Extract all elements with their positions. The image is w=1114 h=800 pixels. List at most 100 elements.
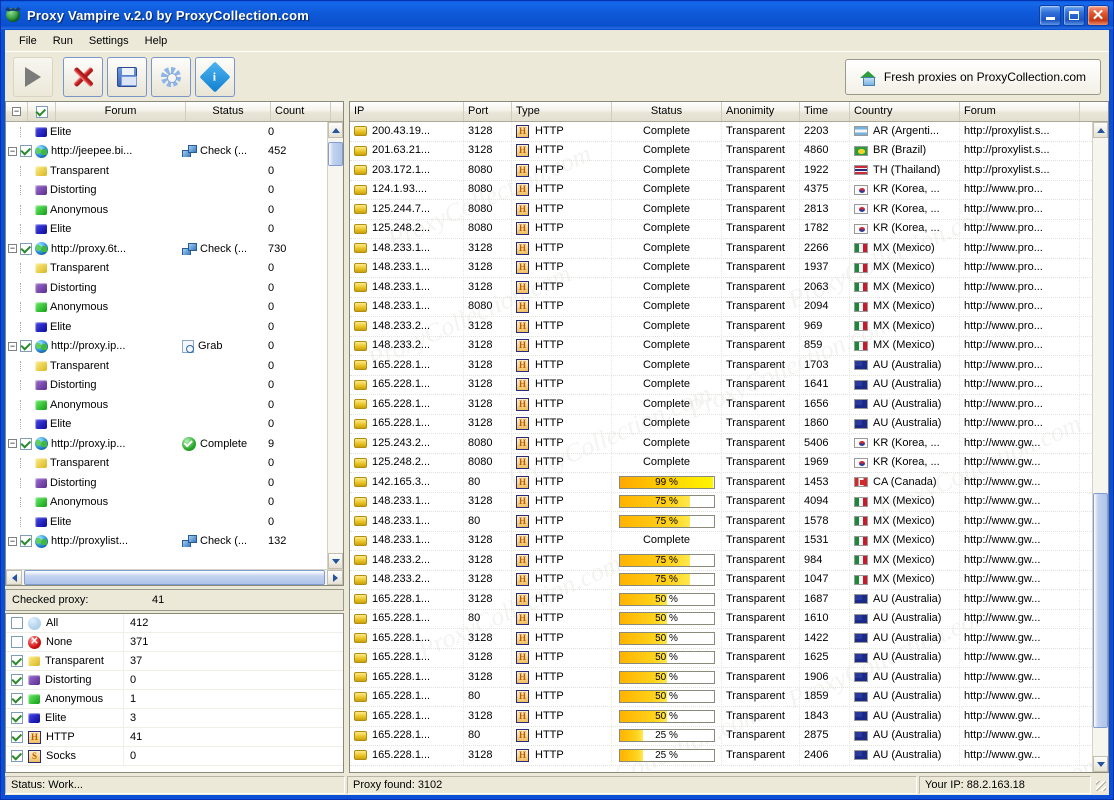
tree-row-checkbox[interactable] — [20, 535, 32, 548]
grid-header-ip[interactable]: IP — [350, 102, 464, 121]
table-row[interactable]: 125.244.7... 8080 H HTTP Complete Transparent… — [350, 199, 1092, 220]
grid-header-type[interactable]: Type — [512, 102, 612, 121]
grid-scroll-up-button[interactable] — [1093, 122, 1108, 138]
tree-row[interactable]: − http://proxylist... Check (... 132 — [6, 532, 327, 552]
tree-scroll-thumb[interactable] — [328, 142, 343, 166]
table-row[interactable]: 165.228.1... 3128 H HTTP Complete Transparent… — [350, 414, 1092, 434]
table-row[interactable]: 165.228.1... 3128 H HTTP 50 % Transparent 1687… — [350, 589, 1092, 610]
tree-hscroll-track[interactable] — [22, 570, 327, 585]
tree-header-forum[interactable]: Forum — [56, 102, 186, 121]
filter-row[interactable]: Distorting 0 — [6, 670, 343, 690]
filter-row[interactable]: ✕ None 371 — [6, 632, 343, 652]
tree-expander[interactable]: − — [8, 439, 17, 449]
tree-check-all-toggle[interactable] — [28, 102, 56, 121]
tree-row[interactable]: − http://proxy.6t... Check (... 730 — [6, 239, 327, 259]
grid-header-status[interactable]: Status — [612, 102, 722, 121]
table-row[interactable]: 165.228.1... 3128 H HTTP 50 % Transparent 1906… — [350, 667, 1092, 688]
tree-scroll-up-button[interactable] — [328, 122, 343, 138]
minimize-button[interactable] — [1039, 4, 1061, 26]
table-row[interactable]: 165.228.1... 3128 H HTTP 50 % Transparent 1843… — [350, 706, 1092, 727]
fresh-proxies-button[interactable]: Fresh proxies on ProxyCollection.com — [844, 59, 1101, 95]
tree-scroll-track[interactable] — [328, 138, 343, 553]
tree-row[interactable]: Distorting 0 — [6, 278, 327, 298]
grid-header-country[interactable]: Country — [850, 102, 960, 121]
table-row[interactable]: 203.172.1... 8080 H HTTP Complete Transparent… — [350, 160, 1092, 181]
tree-vertical-scrollbar[interactable] — [327, 122, 343, 569]
tree-row[interactable]: Elite 0 — [6, 122, 327, 142]
table-row[interactable]: 148.233.2... 3128 H HTTP 75 % Transparent 1047… — [350, 570, 1092, 590]
tree-expand-all-toggle[interactable]: − — [6, 102, 28, 121]
grid-header-time[interactable]: Time — [800, 102, 850, 121]
grid-header-anonimity[interactable]: Anonimity — [722, 102, 800, 121]
table-row[interactable]: 148.233.2... 3128 H HTTP 75 % Transparent 984 M… — [350, 550, 1092, 571]
table-row[interactable]: 148.233.1... 3128 H HTTP 75 % Transparent 4094… — [350, 492, 1092, 512]
tree-expander[interactable]: − — [8, 244, 17, 254]
filter-row[interactable]: Anonymous 1 — [6, 689, 343, 709]
tree-header-status[interactable]: Status — [186, 102, 271, 121]
about-button[interactable]: i — [195, 56, 235, 97]
filter-row[interactable]: H HTTP 41 — [6, 727, 343, 747]
table-row[interactable]: 125.243.2... 8080 H HTTP Complete Transparent… — [350, 433, 1092, 454]
filter-row[interactable]: Transparent 37 — [6, 651, 343, 671]
table-row[interactable]: 125.248.2... 8080 H HTTP Complete Transparent… — [350, 453, 1092, 473]
tree-row[interactable]: Elite 0 — [6, 317, 327, 337]
stop-button[interactable] — [63, 56, 103, 97]
grid-scroll-thumb[interactable] — [1093, 493, 1108, 728]
tree-row[interactable]: Distorting 0 — [6, 181, 327, 201]
table-row[interactable]: 165.228.1... 3128 H HTTP Complete Transparent… — [350, 355, 1092, 376]
table-row[interactable]: 200.43.19... 3128 H HTTP Complete Transparent… — [350, 122, 1092, 142]
close-button[interactable]: ✕ — [1087, 4, 1109, 26]
tree-horizontal-scrollbar[interactable] — [6, 569, 343, 585]
table-row[interactable]: 124.1.93.... 8080 H HTTP Complete Transparent… — [350, 180, 1092, 200]
filter-checkbox[interactable] — [11, 655, 23, 667]
save-button[interactable] — [107, 56, 147, 97]
table-row[interactable]: 201.63.21... 3128 H HTTP Complete Transparent… — [350, 141, 1092, 161]
filter-checkbox[interactable] — [11, 712, 23, 724]
menu-item-file[interactable]: File — [11, 33, 45, 49]
tree-row[interactable]: Distorting 0 — [6, 376, 327, 396]
tree-row[interactable]: Anonymous 0 — [6, 200, 327, 220]
menu-item-settings[interactable]: Settings — [81, 33, 137, 49]
filter-checkbox[interactable] — [11, 731, 23, 743]
table-row[interactable]: 165.228.1... 3128 H HTTP Complete Transparent… — [350, 394, 1092, 415]
tree-row[interactable]: Elite 0 — [6, 415, 327, 435]
table-row[interactable]: 148.233.1... 80 H HTTP 75 % Transparent 1578 MX… — [350, 511, 1092, 532]
table-row[interactable]: 165.228.1... 3128 H HTTP 25 % Transparent 2406… — [350, 745, 1092, 766]
table-row[interactable]: 165.228.1... 80 H HTTP 50 % Transparent 1859 AU… — [350, 687, 1092, 707]
table-row[interactable]: 142.165.3... 80 H HTTP 99 % Transparent 1453 CA… — [350, 472, 1092, 493]
tree-row-checkbox[interactable] — [20, 242, 32, 255]
maximize-button[interactable] — [1063, 4, 1085, 26]
grid-header-forum[interactable]: Forum — [960, 102, 1080, 121]
menu-item-help[interactable]: Help — [137, 33, 176, 49]
tree-row[interactable]: Anonymous 0 — [6, 395, 327, 415]
table-row[interactable]: 165.228.1... 80 H HTTP 50 % Transparent 1610 AU… — [350, 609, 1092, 629]
tree-row[interactable]: Transparent 0 — [6, 259, 327, 279]
tree-header-count[interactable]: Count — [271, 102, 331, 121]
grid-vertical-scrollbar[interactable] — [1092, 122, 1108, 772]
filter-row[interactable]: Elite 3 — [6, 708, 343, 728]
tree-row[interactable]: Transparent 0 — [6, 454, 327, 474]
filter-checkbox[interactable] — [11, 674, 23, 686]
resize-grip[interactable] — [1093, 778, 1107, 792]
tree-row[interactable]: Anonymous 0 — [6, 298, 327, 318]
filter-row[interactable]: All 412 — [6, 613, 343, 633]
tree-scroll-left-button[interactable] — [6, 570, 22, 585]
filter-checkbox[interactable] — [11, 636, 23, 648]
tree-row[interactable]: − http://proxy.ip... Grab 0 — [6, 337, 327, 357]
table-row[interactable]: 148.233.1... 3128 H HTTP Complete Transparent… — [350, 238, 1092, 259]
table-row[interactable]: 148.233.2... 3128 H HTTP Complete Transparent… — [350, 336, 1092, 356]
tree-row[interactable]: − http://jeepee.bi... Check (... 452 — [6, 142, 327, 162]
tree-row-checkbox[interactable] — [20, 145, 32, 158]
table-row[interactable]: 165.228.1... 3128 H HTTP 50 % Transparent 1625… — [350, 648, 1092, 668]
tree-expander[interactable]: − — [8, 536, 17, 546]
table-row[interactable]: 165.228.1... 3128 H HTTP 50 % Transparent 1422… — [350, 628, 1092, 649]
table-row[interactable]: 148.233.2... 3128 H HTTP Complete Transparent… — [350, 316, 1092, 337]
tree-row[interactable]: Transparent 0 — [6, 356, 327, 376]
table-row[interactable]: 125.248.2... 8080 H HTTP Complete Transparent… — [350, 219, 1092, 239]
table-row[interactable]: 148.233.1... 3128 H HTTP Complete Transparent… — [350, 531, 1092, 551]
tree-row[interactable]: Elite 0 — [6, 512, 327, 532]
tree-row-checkbox[interactable] — [20, 340, 32, 353]
tree-row[interactable]: − http://proxy.ip... Complete 9 — [6, 434, 327, 454]
tree-hscroll-thumb[interactable] — [24, 570, 325, 585]
table-row[interactable]: 165.228.1... 80 H HTTP 25 % Transparent 2875 AU… — [350, 726, 1092, 746]
